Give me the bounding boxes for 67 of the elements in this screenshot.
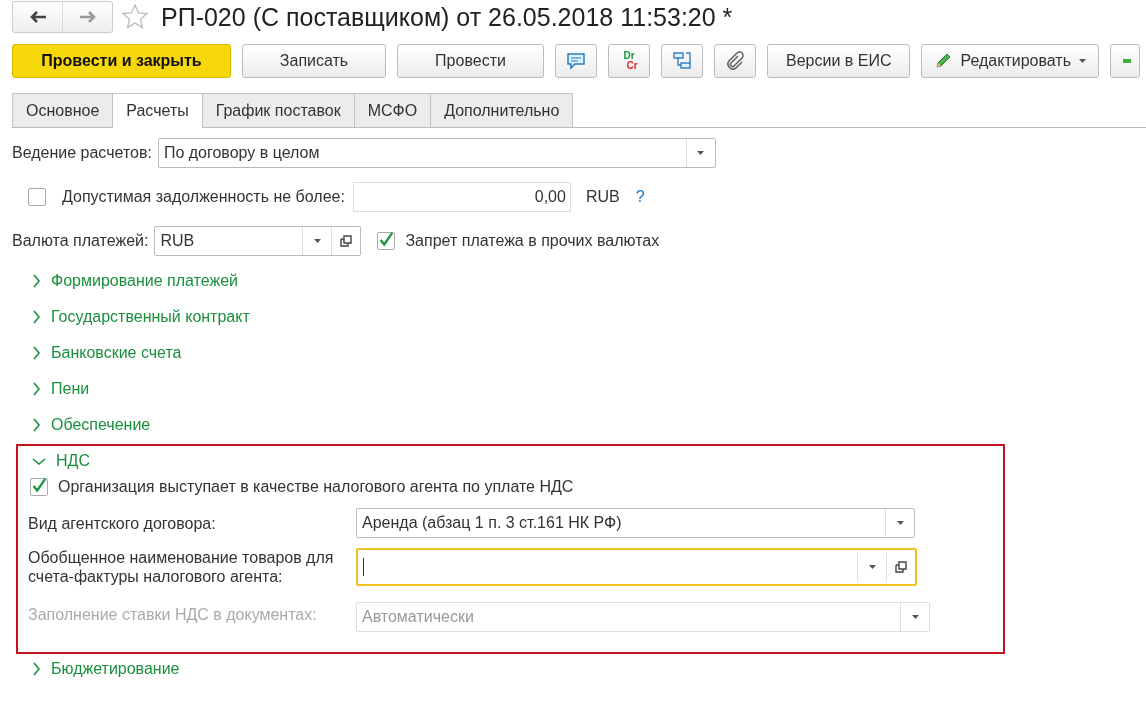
toolbar-button[interactable]: Версии в ЕИС: [767, 44, 911, 78]
checkbox[interactable]: [30, 478, 48, 496]
speech-bubble-icon: [566, 51, 586, 71]
checkbox-label: Запрет платежа в прочих валютах: [405, 232, 660, 250]
toolbar-button[interactable]: Записать: [242, 44, 386, 78]
dropdown-field[interactable]: RUB: [154, 226, 362, 256]
debit-credit-icon: Dr Cr: [620, 51, 638, 71]
field-label: Заполнение ставки НДС в документах:: [28, 604, 318, 624]
caret-icon: [697, 151, 705, 155]
checkbox-label: Организация выступает в качестве налогового агента по уплате НДС: [58, 478, 574, 496]
paperclip-icon: [725, 51, 745, 71]
edit-menu-button[interactable]: Редактировать: [921, 44, 1099, 78]
chevron-right-icon: [32, 310, 41, 324]
caret-icon: [911, 615, 919, 619]
tab[interactable]: Расчеты: [112, 93, 203, 128]
structure-icon: [672, 51, 692, 71]
text-cursor: [363, 558, 364, 576]
chevron-right-icon: [32, 274, 41, 288]
section-toggle[interactable]: НДС: [32, 450, 90, 472]
dropdown-field[interactable]: Аренда (абзац 1 п. 3 ст.161 НК РФ): [356, 508, 915, 538]
open-icon: [340, 235, 353, 247]
checkmark-icon: [378, 230, 395, 249]
toolbar-icon-button[interactable]: [555, 44, 597, 78]
amount-field[interactable]: 0,00: [352, 182, 571, 212]
field-label: Валюта платежей:: [12, 232, 149, 250]
toolbar-button[interactable]: [1110, 44, 1140, 78]
checkbox[interactable]: [28, 188, 46, 206]
section-toggle[interactable]: Пени: [32, 378, 90, 400]
section-toggle[interactable]: Банковские счета: [32, 342, 182, 364]
forward-arrow-icon: [79, 11, 96, 23]
tab[interactable]: Основное: [12, 93, 114, 127]
toolbar-icon-button[interactable]: [661, 44, 703, 78]
caret-icon: [868, 565, 876, 569]
chevron-down-icon: [32, 456, 46, 466]
caret-icon: [313, 239, 321, 243]
window-title: РП-020 (С поставщиком) от 26.05.2018 11:53:20 *: [161, 2, 733, 32]
open-icon: [895, 561, 907, 573]
caret-icon: [896, 521, 904, 525]
checkbox[interactable]: [377, 232, 396, 250]
chevron-right-icon: [32, 662, 41, 676]
section-toggle[interactable]: Государственный контракт: [32, 306, 250, 328]
toolbar-icon-button[interactable]: [714, 44, 756, 78]
section-toggle[interactable]: Бюджетирование: [32, 658, 180, 680]
post-and-close-button[interactable]: Провести и закрыть: [12, 44, 231, 78]
field-label: Обобщенное наименование товаров для счета-фактуры налогового агента:: [28, 548, 335, 586]
toolbar-icon-button[interactable]: Dr Cr: [608, 44, 650, 78]
pencil-icon: [934, 52, 953, 70]
field-label: Вид агентского договора:: [28, 513, 217, 533]
dropdown-field[interactable]: [356, 548, 917, 586]
checkmark-icon: [31, 476, 47, 495]
dropdown-field[interactable]: По договору в целом: [157, 138, 716, 168]
field-label: Ведение расчетов:: [12, 144, 152, 162]
star-icon[interactable]: [121, 3, 149, 31]
tab[interactable]: МСФО: [353, 93, 432, 127]
chevron-right-icon: [32, 346, 41, 360]
toolbar-button[interactable]: Провести: [397, 44, 544, 78]
currency-label: RUB: [585, 188, 620, 206]
help-link[interactable]: ?: [635, 188, 645, 206]
chevron-right-icon: [32, 382, 41, 396]
back-arrow-icon: [29, 11, 46, 23]
section-toggle[interactable]: Обеспечение: [32, 414, 151, 436]
chevron-right-icon: [32, 418, 41, 432]
tab[interactable]: График поставок: [201, 93, 355, 127]
caret-icon: [1079, 59, 1086, 63]
checkbox-label: Допустимая задолженность не более:: [62, 188, 345, 206]
section-toggle[interactable]: Формирование платежей: [32, 270, 238, 292]
tab[interactable]: Дополнительно: [430, 93, 574, 127]
